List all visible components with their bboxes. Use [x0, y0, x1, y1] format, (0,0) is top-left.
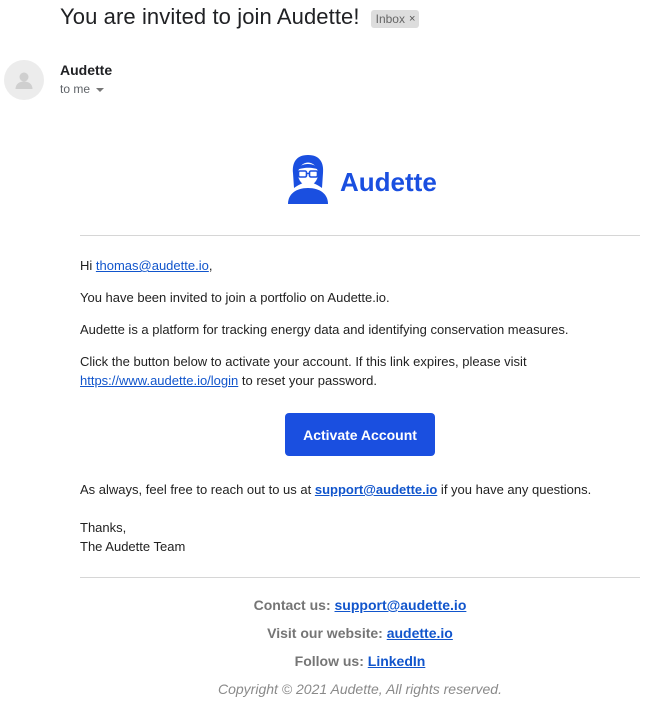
recipient-details-toggle[interactable]: to me — [60, 82, 105, 96]
invite-paragraph: You have been invited to join a portfoli… — [80, 290, 390, 305]
activate-suffix: to reset your password. — [238, 373, 377, 388]
support-prefix: As always, feel free to reach out to us … — [80, 482, 315, 497]
email-header: You are invited to join Audette! Inbox × — [60, 4, 420, 30]
support-paragraph: As always, feel free to reach out to us … — [80, 480, 640, 499]
support-suffix: if you have any questions. — [437, 482, 592, 497]
greeting-suffix: , — [208, 258, 213, 273]
platform-paragraph: Audette is a platform for tracking energ… — [80, 322, 569, 337]
contact-label: Contact us: — [253, 597, 335, 613]
audette-logo-icon — [288, 155, 328, 204]
footer-support-link[interactable]: support@audette.io — [335, 597, 467, 613]
divider-top — [80, 235, 640, 236]
brand-header: Audette — [287, 154, 437, 204]
signoff-block: Thanks, The Audette Team — [80, 518, 640, 556]
inbox-label-chip[interactable]: Inbox × — [370, 10, 420, 28]
website-label: Visit our website: — [267, 625, 387, 641]
footer-website-link[interactable]: audette.io — [387, 625, 453, 641]
support-email-link[interactable]: support@audette.io — [315, 482, 437, 497]
signature: The Audette Team — [80, 539, 186, 554]
sender-name: Audette — [60, 62, 113, 78]
follow-label: Follow us: — [294, 653, 368, 669]
footer-follow: Follow us: LinkedIn — [80, 653, 640, 669]
footer-contact: Contact us: support@audette.io — [80, 597, 640, 613]
label-text: Inbox — [375, 12, 405, 26]
sender-avatar — [4, 60, 44, 100]
login-link[interactable]: https://www.audette.io/login — [80, 373, 238, 388]
recipient-email-link[interactable]: thomas@audette.io — [96, 258, 209, 273]
recipient-text: to me — [60, 82, 91, 96]
email-subject: You are invited to join Audette! — [60, 4, 360, 29]
activate-account-button[interactable]: Activate Account — [285, 413, 435, 456]
activate-paragraph: Click the button below to activate your … — [80, 352, 640, 390]
signoff: Thanks, — [80, 520, 127, 535]
caret-down-icon — [96, 88, 105, 92]
close-icon[interactable]: × — [409, 12, 415, 26]
activate-text: Click the button below to activate your … — [80, 354, 527, 369]
greeting-line: Hi thomas@audette.io, — [80, 256, 640, 275]
copyright-notice: Copyright © 2021 Audette, All rights res… — [218, 681, 502, 697]
brand-name: Audette — [340, 166, 437, 197]
divider-bottom — [80, 577, 640, 578]
person-icon — [15, 72, 33, 89]
greeting-prefix: Hi — [80, 258, 96, 273]
linkedin-link[interactable]: LinkedIn — [368, 653, 426, 669]
footer-website: Visit our website: audette.io — [80, 625, 640, 641]
